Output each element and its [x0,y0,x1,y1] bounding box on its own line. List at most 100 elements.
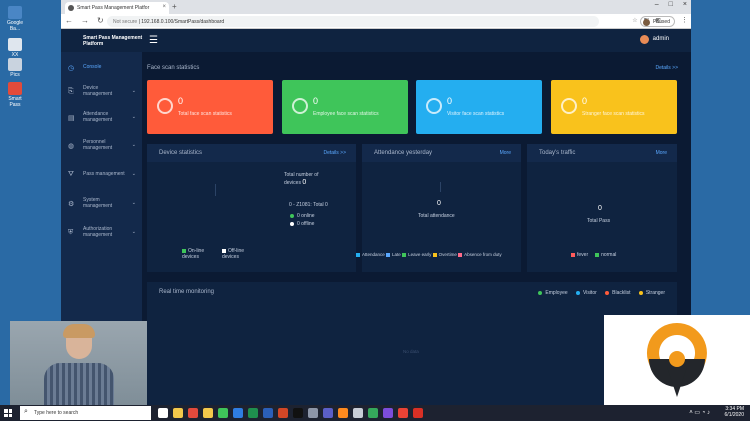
file-explorer-icon[interactable] [173,408,183,418]
drive-icon[interactable] [368,408,378,418]
brand-logo-icon [646,323,707,397]
brand-logo [604,315,750,405]
gear-icon: ⚙ [68,201,75,208]
file-icon [8,58,22,71]
attendance-more-link[interactable]: More [500,150,511,156]
windows-start-icon[interactable] [4,409,12,417]
favicon-icon [68,5,74,11]
traffic-legend: fever normal [571,252,616,258]
stat-card-employee[interactable]: 0 Employee face scan statistics [282,80,408,134]
panel-title: Device statistics [159,150,203,156]
device-details-link[interactable]: Details >> [323,150,346,156]
sidebar-item-console[interactable]: ◷ Console [61,54,142,80]
chevron-down-icon: ⌄ [131,229,136,235]
webcam-video [10,321,147,405]
minimize-button[interactable]: – [655,1,659,8]
chart-axis [215,184,216,196]
desktop-icon[interactable]: XX [3,38,27,58]
stat-card-visitor[interactable]: 0 Visitor face scan statistics [416,80,542,134]
chevron-down-icon: ⌄ [131,114,136,120]
sidebar-item-authorization[interactable]: ⛨ Authorization management ⌄ [61,219,142,245]
avatar [639,35,649,44]
user-menu[interactable]: admin [639,35,669,44]
gate-icon: ⛛ [68,171,74,178]
nav-buttons: ← → ↻ [65,16,104,25]
sidebar-item-device[interactable]: ⎘ Device management ⌄ [61,78,142,104]
close-tab-icon[interactable]: × [162,4,166,10]
clock[interactable]: 3:34 PM 6/1/2020 [725,406,744,418]
teams-icon[interactable] [323,408,333,418]
chevron-down-icon: ⌄ [131,88,136,94]
stat-card-stranger[interactable]: 0 Stranger face scan statistics [551,80,677,134]
app: Smart Pass Management Platform ☰ admin ◷… [61,29,691,405]
chevron-down-icon: ⌄ [131,200,136,206]
taskbar-search-input[interactable]: ⌕ Type here to search [20,406,151,420]
word-icon[interactable] [263,408,273,418]
sheets-icon[interactable] [218,408,228,418]
tray-icons[interactable]: ˄ ▭ ◔ ♪ [689,409,710,416]
chrome-icon[interactable] [188,408,198,418]
total-devices-label: Total number of devices 0 [284,172,319,186]
employee-icon [292,98,308,114]
browser-menu-icon[interactable]: ⋮ [681,16,688,24]
panel-title: Today's traffic [539,150,576,156]
excel-icon[interactable] [248,408,258,418]
store-icon[interactable] [233,408,243,418]
firefox-icon[interactable] [338,408,348,418]
window-controls: – □ × [655,1,687,8]
monitoring-legend: Employee Visitor Blacklist Stranger [538,290,665,296]
search-icon: ⌕ [24,408,28,415]
app-gray-icon[interactable] [308,408,318,418]
sidebar-item-pass[interactable]: ⛛ Pass management ⌄ [61,161,142,187]
face-scan-details-link[interactable]: Details >> [655,65,678,71]
chart-axis [440,182,441,192]
person-icon: ◍ [68,143,75,150]
task-view-icon[interactable] [158,408,168,418]
profile-button[interactable]: Paused [640,16,675,27]
tab-bar: Smart Pass Management Platfor × + – □ × [61,0,691,14]
gmail-icon [8,82,22,95]
new-tab-button[interactable]: + [172,2,177,11]
star-icon[interactable]: ☆ [632,17,637,24]
desktop-icon[interactable]: Google Ba... [3,6,27,32]
url-input[interactable]: Not secure | 192.168.0.100/SmartPass/das… [107,16,599,27]
sidebar-item-personnel[interactable]: ◍ Personnel management ⌄ [61,132,142,158]
mail-icon[interactable] [398,408,408,418]
stat-card-total[interactable]: 0 Total face scan statistics [147,80,273,134]
attendance-panel: Attendance yesterday More 0 Total attend… [356,144,521,272]
gmail-icon[interactable] [413,408,423,418]
files-icon[interactable] [203,408,213,418]
app-black-icon[interactable] [293,408,303,418]
hamburger-icon[interactable]: ☰ [149,35,158,46]
desktop-icon[interactable]: Pics [3,58,27,78]
not-secure-label: Not secure [113,19,138,25]
reload-button[interactable]: ↻ [97,16,104,25]
stranger-icon [561,98,577,114]
traffic-panel: Today's traffic More 0 Total Pass fever … [527,144,677,272]
taskbar: ⌕ Type here to search ˄ ▭ ◔ ♪ 3:34 PM 6/… [0,405,750,421]
attendance-label: Total attendance [418,213,455,219]
taskbar-apps [158,408,423,418]
close-window-button[interactable]: × [683,1,687,8]
traffic-value: 0 [598,205,602,212]
powerpoint-icon[interactable] [278,408,288,418]
app-header: Smart Pass Management Platform ☰ admin [61,29,691,52]
sidebar-item-system[interactable]: ⚙ System management ⌄ [61,190,142,216]
profile-label: Paused [653,19,670,25]
desktop-icon[interactable]: Smart Pass [3,82,27,108]
maximize-button[interactable]: □ [669,1,673,8]
back-button[interactable]: ← [65,16,73,25]
monitoring-panel: Real time monitoring Employee Visitor Bl… [147,282,677,405]
device-icon: ⎘ [68,88,74,95]
traffic-more-link[interactable]: More [656,150,667,156]
legend-online: On-line devices [182,248,205,260]
chevron-down-icon: ⌄ [131,171,136,177]
settings-icon[interactable] [353,408,363,418]
avatar [643,19,651,26]
forward-button[interactable]: → [81,16,89,25]
offline-count: 0 offline [290,221,314,227]
media-icon[interactable] [383,408,393,418]
app-logo: Smart Pass Management Platform [83,35,143,47]
sidebar-item-attendance[interactable]: ▤ Attendance management ⌄ [61,104,142,130]
browser-tab[interactable]: Smart Pass Management Platfor × [65,2,169,14]
